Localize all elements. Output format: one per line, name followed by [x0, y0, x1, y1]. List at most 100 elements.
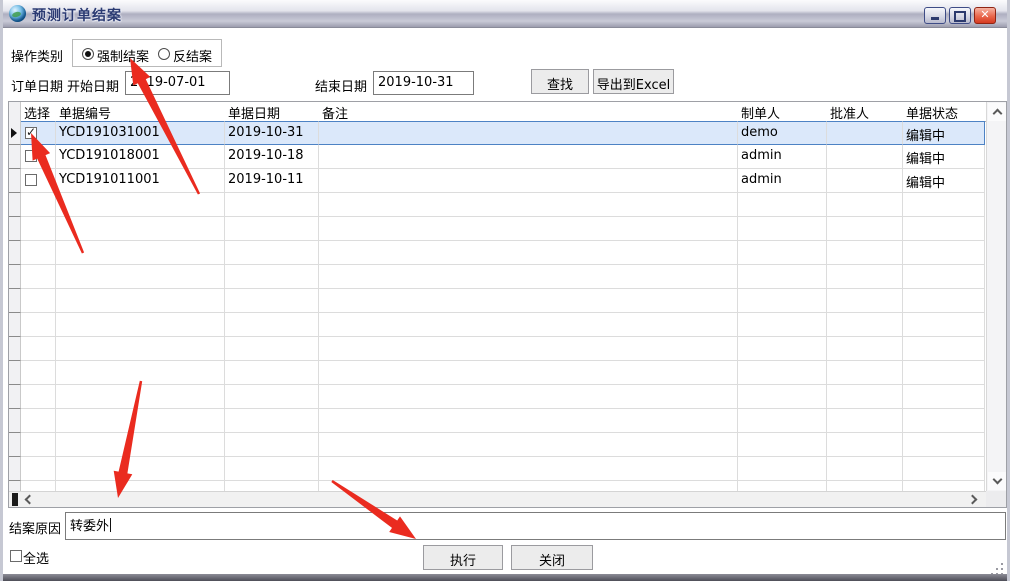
table-cell — [225, 433, 319, 457]
select-cell — [21, 289, 56, 313]
horizontal-scroll-thumb[interactable] — [12, 493, 18, 506]
table-cell: 编辑中 — [903, 145, 985, 169]
table-row[interactable]: YCD1910310012019-10-31demo编辑中 — [9, 121, 986, 145]
select-cell — [21, 337, 56, 361]
start-date-input[interactable]: 2019-07-01 — [125, 71, 230, 95]
execute-button[interactable]: 执行 — [423, 545, 503, 570]
end-date-input[interactable]: 2019-10-31 — [373, 71, 474, 95]
close-dialog-button[interactable]: 关闭 — [511, 545, 593, 570]
row-selector-cell — [9, 193, 21, 217]
table-cell — [903, 337, 985, 361]
row-selector-cell — [9, 169, 21, 193]
row-selector-cell — [9, 457, 21, 481]
vertical-scrollbar[interactable] — [986, 102, 1006, 491]
chevron-up-icon — [992, 109, 1002, 119]
column-header[interactable]: 选择 — [21, 102, 56, 121]
select-cell — [21, 433, 56, 457]
select-cell — [21, 409, 56, 433]
maximize-button[interactable] — [949, 7, 971, 24]
table-cell — [56, 289, 225, 313]
table-cell — [319, 313, 738, 337]
empty-table-row — [9, 433, 986, 457]
scroll-down-button[interactable] — [988, 472, 1006, 490]
grid-header-row: 选择单据编号单据日期备注制单人批准人单据状态 — [9, 102, 986, 122]
grid-body: YCD1910310012019-10-31demo编辑中YCD19101800… — [9, 121, 986, 492]
scroll-up-button[interactable] — [988, 103, 1006, 121]
title-bar[interactable]: 预测订单结案 ✕ — [0, 0, 1010, 28]
row-checkbox[interactable] — [25, 174, 37, 186]
empty-table-row — [9, 217, 986, 241]
table-cell: 2019-10-18 — [225, 145, 319, 169]
column-header[interactable]: 单据编号 — [56, 102, 225, 121]
table-cell — [56, 361, 225, 385]
row-selector-cell — [9, 313, 21, 337]
empty-table-row — [9, 265, 986, 289]
table-cell: YCD191018001 — [56, 145, 225, 169]
minimize-icon — [931, 17, 939, 20]
row-checkbox[interactable] — [25, 127, 37, 139]
table-cell: admin — [738, 145, 827, 169]
end-date-label: 结束日期 — [315, 76, 367, 95]
export-excel-button[interactable]: 导出到Excel — [593, 69, 674, 94]
table-cell — [319, 289, 738, 313]
radio-reverse-close[interactable] — [158, 48, 170, 60]
chevron-left-icon[interactable] — [25, 495, 35, 505]
select-cell — [21, 265, 56, 289]
table-cell — [319, 241, 738, 265]
table-row[interactable]: YCD1910110012019-10-11admin编辑中 — [9, 169, 986, 193]
close-button[interactable]: ✕ — [974, 7, 996, 24]
empty-table-row — [9, 385, 986, 409]
row-selector-cell — [9, 121, 21, 145]
table-cell — [827, 169, 903, 193]
table-row[interactable]: YCD1910180012019-10-18 admin 编辑中 — [9, 145, 986, 169]
table-cell — [738, 457, 827, 481]
table-cell: YCD191011001 — [56, 169, 225, 193]
table-cell — [319, 409, 738, 433]
minimize-button[interactable] — [924, 7, 946, 24]
table-cell — [827, 337, 903, 361]
radio-force-close-label[interactable]: 强制结案 — [97, 46, 149, 65]
table-cell — [903, 457, 985, 481]
radio-force-close[interactable] — [82, 48, 94, 60]
table-cell: 编辑中 — [903, 121, 985, 145]
globe-icon — [9, 5, 26, 22]
window-bottom-edge — [0, 574, 1010, 581]
column-header[interactable]: 单据状态 — [903, 102, 985, 121]
table-cell — [56, 265, 225, 289]
table-cell — [738, 265, 827, 289]
table-cell — [319, 121, 738, 145]
table-cell — [827, 217, 903, 241]
horizontal-scrollbar[interactable] — [9, 491, 986, 507]
search-button[interactable]: 查找 — [531, 69, 589, 94]
chevron-right-icon[interactable] — [968, 495, 978, 505]
table-cell — [225, 241, 319, 265]
column-header[interactable]: 备注 — [319, 102, 738, 121]
table-cell — [319, 385, 738, 409]
empty-table-row — [9, 289, 986, 313]
close-reason-input[interactable]: 转委外 — [65, 512, 1006, 540]
table-cell — [56, 409, 225, 433]
column-header[interactable]: 单据日期 — [225, 102, 319, 121]
row-selector-cell — [9, 289, 21, 313]
table-cell — [827, 361, 903, 385]
select-all-label[interactable]: 全选 — [23, 548, 49, 567]
table-cell — [319, 217, 738, 241]
row-checkbox[interactable] — [25, 150, 37, 162]
table-cell — [903, 217, 985, 241]
table-cell — [319, 193, 738, 217]
column-header[interactable]: 批准人 — [827, 102, 903, 121]
grid-header-corner — [9, 102, 21, 121]
select-cell — [21, 361, 56, 385]
table-cell — [738, 241, 827, 265]
operation-type-group: 强制结案 反结案 — [72, 39, 222, 67]
table-cell — [56, 337, 225, 361]
table-cell — [738, 193, 827, 217]
radio-reverse-close-label[interactable]: 反结案 — [173, 46, 212, 65]
empty-table-row — [9, 337, 986, 361]
column-header[interactable]: 制单人 — [738, 102, 827, 121]
table-cell: 2019-10-11 — [225, 169, 319, 193]
select-cell — [21, 457, 56, 481]
table-cell — [903, 409, 985, 433]
select-all-checkbox[interactable] — [10, 550, 22, 562]
select-cell — [21, 193, 56, 217]
